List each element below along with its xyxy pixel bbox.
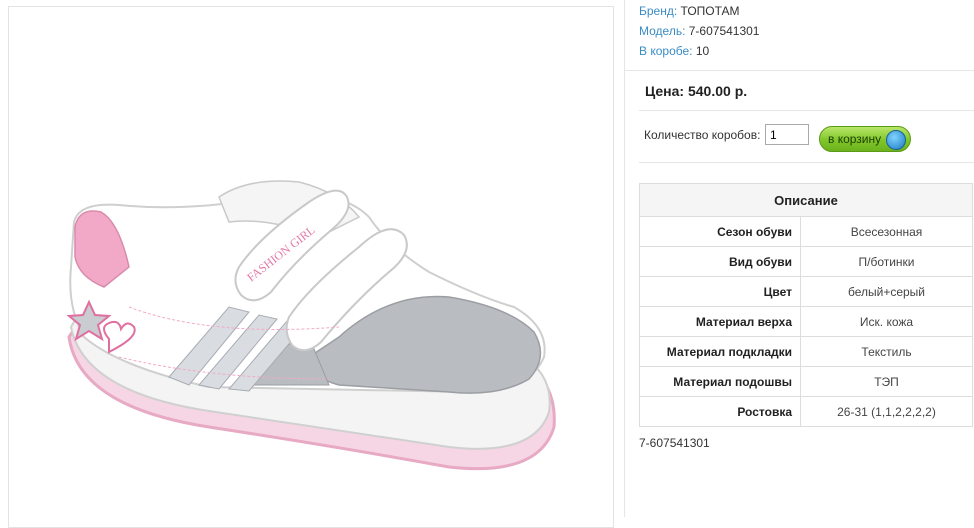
sku-text: 7-607541301 — [639, 436, 710, 450]
spec-key: Сезон обуви — [639, 216, 801, 247]
model-label: Модель: — [639, 24, 686, 38]
spec-key: Цвет — [639, 276, 801, 307]
table-row: Вид обуви П/ботинки — [639, 246, 973, 277]
add-to-cart-label: в корзину — [828, 132, 882, 146]
model-value: 7-607541301 — [688, 24, 760, 38]
specs-title: Описание — [639, 183, 973, 217]
box-count-row: В коробе: 10 — [639, 44, 709, 58]
model-row: Модель: 7-607541301 — [639, 24, 759, 38]
spec-value: 26-31 (1,1,2,2,2,2) — [800, 396, 973, 427]
table-row: Ростовка 26-31 (1,1,2,2,2,2) — [639, 396, 973, 427]
divider — [639, 162, 974, 163]
shoe-image: FASHION GIRL — [66, 180, 556, 471]
spec-key: Ростовка — [639, 396, 801, 427]
cart-icon — [886, 130, 906, 150]
divider — [624, 70, 974, 71]
table-row: Цвет белый+серый — [639, 276, 973, 307]
quantity-label: Количество коробов: — [644, 128, 761, 142]
divider — [639, 110, 974, 111]
product-image[interactable]: FASHION GIRL — [8, 6, 614, 528]
brand-value: ТОПОТАМ — [680, 4, 740, 18]
brand-row: Бренд: ТОПОТАМ — [639, 4, 740, 18]
spec-value: белый+серый — [800, 276, 973, 307]
spec-key: Материал подошвы — [639, 366, 801, 397]
box-count-value: 10 — [695, 44, 710, 58]
box-count-label: В коробе: — [639, 44, 693, 58]
price-text: Цена: 540.00 р. — [645, 83, 748, 99]
spec-key: Материал подкладки — [639, 336, 801, 367]
table-row: Материал подкладки Текстиль — [639, 336, 973, 367]
spec-value: ТЭП — [800, 366, 973, 397]
spec-key: Материал верха — [639, 306, 801, 337]
spec-value: П/ботинки — [800, 246, 973, 277]
column-divider — [624, 0, 625, 517]
brand-label: Бренд: — [639, 4, 678, 18]
spec-value: Иск. кожа — [800, 306, 973, 337]
spec-value: Текстиль — [800, 336, 973, 367]
specs-table: Описание Сезон обуви Всесезонная Вид обу… — [639, 183, 973, 427]
add-to-cart-button[interactable]: в корзину — [819, 126, 911, 152]
table-row: Материал верха Иск. кожа — [639, 306, 973, 337]
spec-key: Вид обуви — [639, 246, 801, 277]
quantity-input[interactable] — [765, 124, 809, 145]
table-row: Сезон обуви Всесезонная — [639, 216, 973, 247]
spec-value: Всесезонная — [800, 216, 973, 247]
table-row: Материал подошвы ТЭП — [639, 366, 973, 397]
